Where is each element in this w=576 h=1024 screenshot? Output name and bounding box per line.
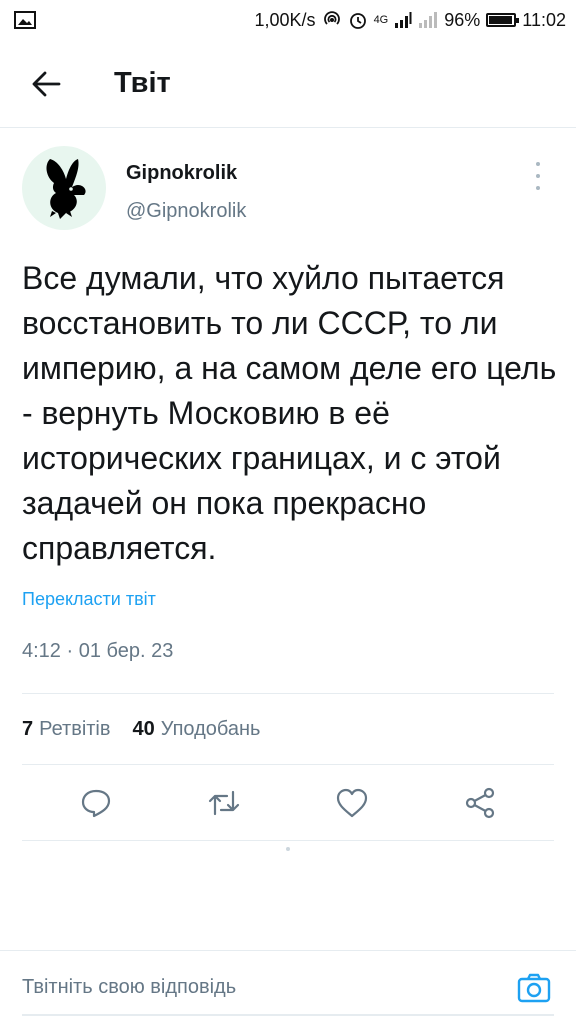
likes-label: Уподобань — [160, 717, 261, 740]
reply-underline — [22, 1014, 554, 1016]
retweets-label: Ретвітів — [39, 717, 111, 740]
reply-button[interactable] — [72, 779, 120, 827]
more-options-button[interactable] — [526, 162, 550, 190]
share-button[interactable] — [456, 779, 504, 827]
avatar[interactable] — [22, 146, 106, 230]
app-header: Твіт — [0, 40, 576, 128]
image-icon — [14, 11, 36, 29]
likes-count: 40 — [132, 717, 155, 740]
clock: 11:02 — [522, 9, 566, 30]
battery-icon — [486, 13, 520, 27]
status-bar: 1,00K/s 4G 96% 11:02 — [0, 0, 576, 40]
battery-percent: 96% — [444, 9, 481, 30]
more-dot — [536, 186, 540, 190]
loading-indicator — [286, 847, 290, 851]
reply-icon — [81, 789, 111, 817]
hotspot-icon — [322, 10, 342, 30]
bunny-logo-icon — [46, 159, 86, 219]
reply-bar: Твітніть свою відповідь — [0, 950, 576, 1024]
battery-fill — [489, 16, 513, 24]
retweet-icon — [208, 790, 240, 815]
retweets-stat[interactable]: 7 Ретвітів — [22, 718, 111, 741]
alarm-icon — [348, 10, 368, 30]
network-speed: 1,00K/s — [254, 9, 316, 30]
author-handle[interactable]: @Gipnokrolik — [126, 200, 246, 223]
tweet-text: Все думали, что хуйло пытается восстанов… — [22, 260, 557, 566]
camera-icon — [517, 973, 551, 1002]
camera-button[interactable] — [514, 968, 554, 1008]
tweet-stats: 7 Ретвітів 40 Уподобань — [22, 693, 554, 765]
tweet-timestamp: 4:12 · 01 бер. 23 — [22, 640, 174, 662]
more-dot — [536, 162, 540, 166]
like-button[interactable] — [328, 779, 376, 827]
tweet-actions — [22, 765, 554, 841]
back-button[interactable] — [18, 56, 74, 112]
reply-input[interactable]: Твітніть свою відповідь — [22, 976, 236, 999]
network-type: 4G — [373, 14, 389, 26]
translate-tweet-link[interactable]: Перекласти твіт — [22, 589, 554, 610]
retweet-button[interactable] — [200, 779, 248, 827]
arrow-left-icon — [32, 71, 61, 96]
retweets-count: 7 — [22, 717, 34, 740]
tweet-detail: Gipnokrolik @Gipnokrolik Все думали, что… — [0, 128, 576, 841]
signal-icon-2 — [418, 12, 438, 28]
like-icon — [336, 788, 368, 817]
author-name[interactable]: Gipnokrolik — [126, 162, 237, 185]
author-row: Gipnokrolik @Gipnokrolik — [22, 146, 554, 246]
page-title: Твіт — [114, 67, 171, 99]
likes-stat[interactable]: 40 Уподобань — [133, 718, 261, 741]
share-icon — [465, 787, 495, 818]
signal-icon — [394, 12, 412, 28]
more-dot — [536, 174, 540, 178]
